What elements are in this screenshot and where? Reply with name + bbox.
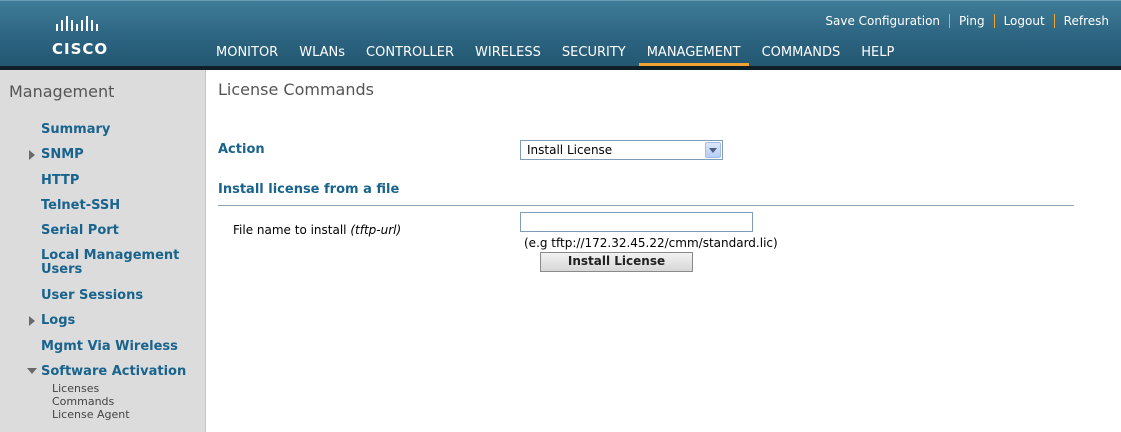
file-name-example: (e.g tftp://172.32.45.22/cmm/standard.li… [524,236,778,250]
main-nav: MONITOR WLANs CONTROLLER WIRELESS SECURI… [216,45,915,67]
action-label: Action [218,142,265,157]
brand-name: CISCO [52,40,109,58]
nav-monitor[interactable]: MONITOR [216,45,278,67]
file-name-label-hint: (tftp-url) [350,223,402,237]
nav-help[interactable]: HELP [861,45,894,67]
logout-link[interactable]: Logout [1004,14,1045,28]
sidebar-item-mgmt-via-wireless[interactable]: Mgmt Via Wireless [41,340,201,354]
sidebar-item-local-management-users[interactable]: Local Management Users [41,249,201,277]
expand-arrow-icon[interactable] [29,150,35,160]
file-name-input[interactable] [520,212,753,232]
section-title: Install license from a file [218,182,400,197]
sidebar-item-logs[interactable]: Logs [41,314,201,328]
file-name-label: File name to install (tftp-url) [233,223,402,237]
collapse-arrow-icon[interactable] [27,368,37,374]
save-configuration-link[interactable]: Save Configuration [825,14,940,28]
install-license-button[interactable]: Install License [540,252,693,272]
nav-commands[interactable]: COMMANDS [762,45,841,67]
top-header: CISCO Save Configuration Ping Logout Ref… [0,0,1121,70]
cisco-logo: CISCO [52,15,162,61]
sidebar-title: Management [9,82,115,101]
sidebar-item-serial-port[interactable]: Serial Port [41,224,201,238]
divider [993,14,995,28]
sidebar-item-http[interactable]: HTTP [41,174,201,188]
sidebar-item-summary[interactable]: Summary [41,123,201,137]
sidebar-item-user-sessions[interactable]: User Sessions [41,289,201,303]
action-select-value: Install License [527,143,613,157]
sidebar: Management Summary SNMP HTTP Telnet-SSH … [0,70,206,432]
cisco-bridge-icon [56,16,98,31]
divider [949,14,951,28]
nav-wireless[interactable]: WIRELESS [475,45,541,67]
sidebar-subitem-license-agent[interactable]: License Agent [52,408,130,421]
sidebar-item-snmp[interactable]: SNMP [41,148,201,162]
ping-link[interactable]: Ping [959,14,985,28]
sidebar-subitem-licenses[interactable]: Licenses [52,382,99,395]
sidebar-item-software-activation[interactable]: Software Activation [41,365,201,379]
utility-links: Save Configuration Ping Logout Refresh [825,13,1109,29]
sidebar-item-telnet-ssh[interactable]: Telnet-SSH [41,199,201,213]
refresh-link[interactable]: Refresh [1064,14,1109,28]
section-divider [218,205,1074,206]
page-title: License Commands [218,80,374,99]
nav-security[interactable]: SECURITY [562,45,626,67]
sidebar-subitem-commands[interactable]: Commands [52,395,114,408]
nav-management[interactable]: MANAGEMENT [638,45,749,67]
nav-controller[interactable]: CONTROLLER [366,45,454,67]
action-select[interactable]: Install License [520,140,723,160]
dropdown-arrow-icon[interactable] [705,142,721,158]
expand-arrow-icon[interactable] [29,316,35,326]
divider [1053,14,1055,28]
nav-wlans[interactable]: WLANs [299,45,345,67]
